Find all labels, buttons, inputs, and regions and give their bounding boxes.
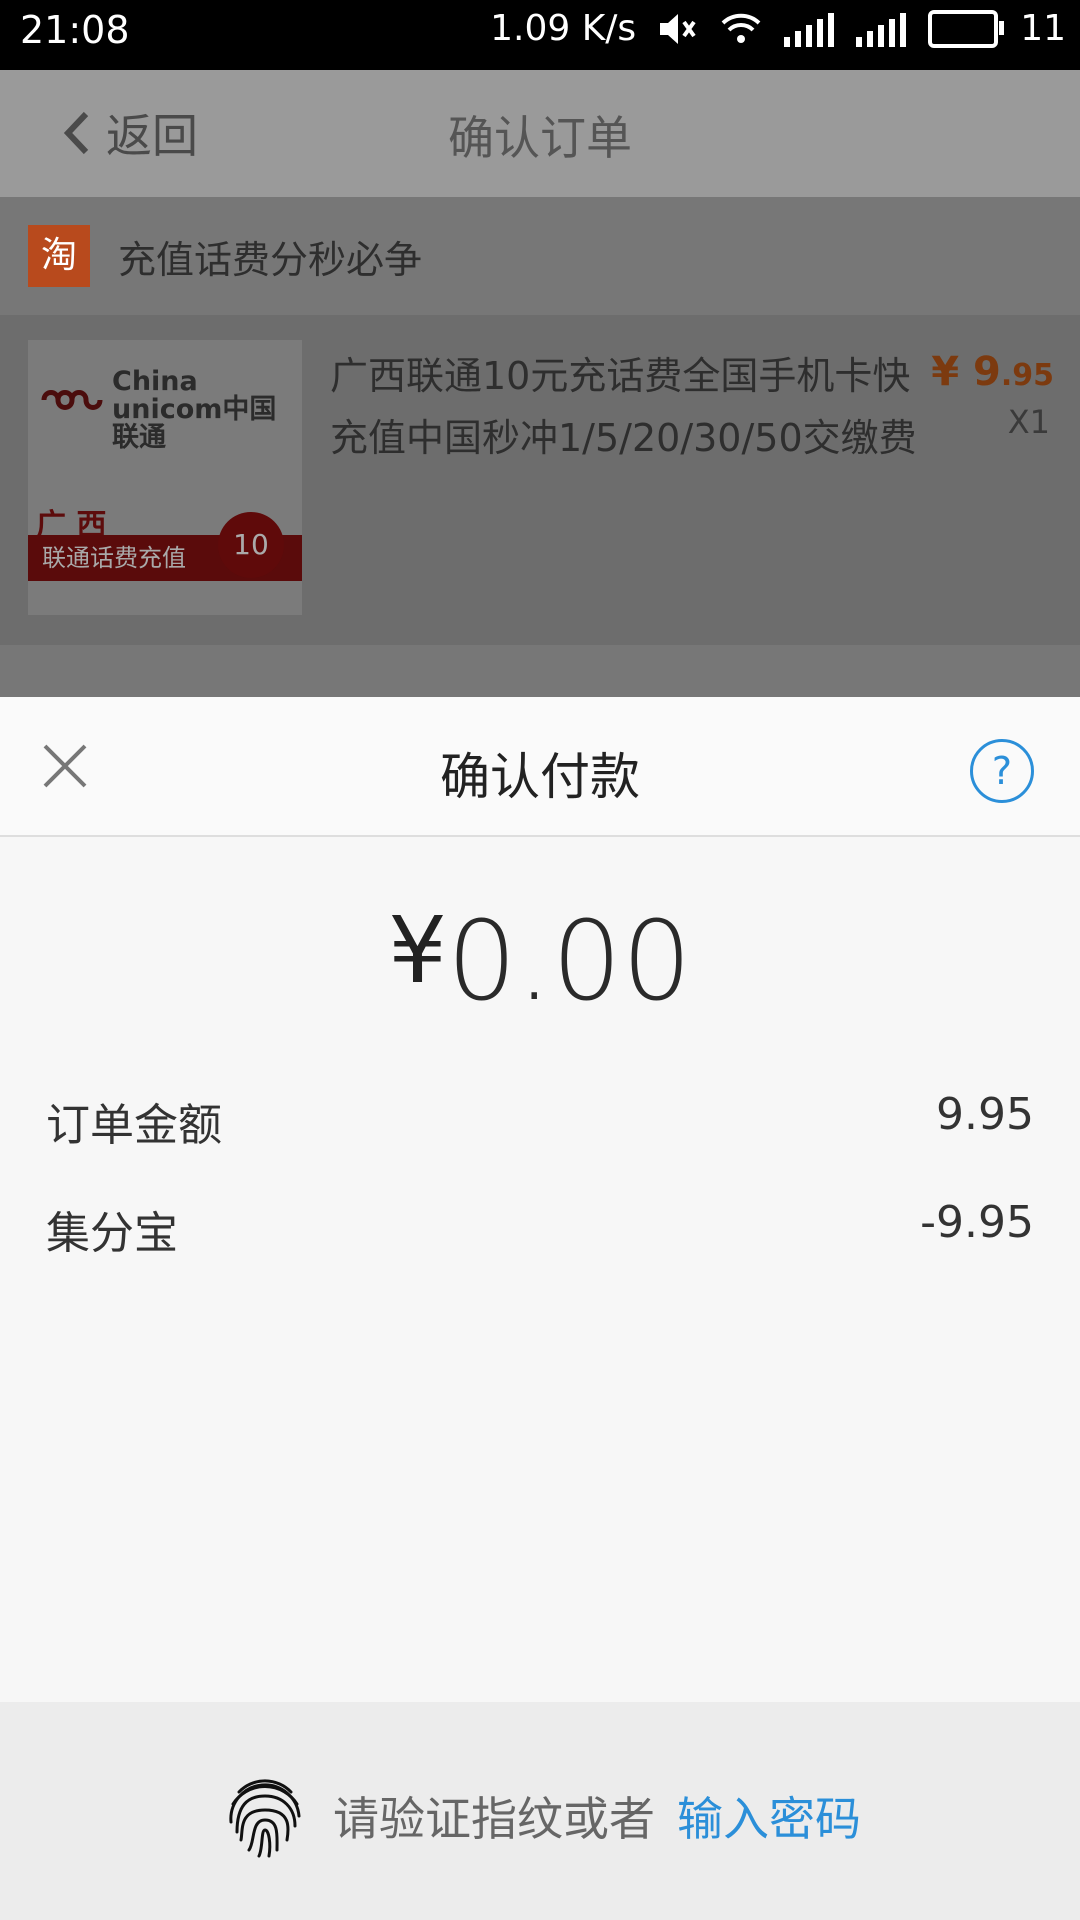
order-item: China unicom中国联通 广 西 联通话费充值 10 广西联通10元充话… [0,315,1080,645]
product-thumbnail: China unicom中国联通 广 西 联通话费充值 10 [28,340,302,615]
status-bar: 21:08 1.09 K/s 11 [0,0,1080,70]
fingerprint-bar: 请验证指纹或者 输入密码 [0,1702,1080,1920]
china-unicom-knot-icon [41,390,103,410]
taobao-logo: 淘 [28,225,90,287]
fingerprint-icon [229,1779,301,1858]
denomination-seal: 10 [218,512,284,578]
fingerprint-prompt-row: 请验证指纹或者 输入密码 [0,1770,1080,1862]
jifenbao-value: -9.95 [920,1197,1034,1248]
help-icon[interactable]: ? [970,739,1034,803]
product-title: 广西联通10元充话费全国手机卡快充值中国秒冲1/5/20/30/50交缴费 [330,354,917,460]
battery-icon [928,9,1005,48]
enter-password-link[interactable]: 输入密码 [677,1783,861,1849]
sheet-header: 确认付款 ? [0,697,1080,837]
status-time: 21:08 [20,8,130,52]
battery-level: 11 [1020,8,1066,49]
jifenbao-label: 集分宝 [46,1208,178,1259]
shop-name: 充值话费分秒必争 [118,238,423,282]
order-amount-value: 9.95 [936,1089,1034,1140]
product-quantity: X1 [1007,403,1050,441]
status-icons: 1.09 K/s 11 [490,8,1066,49]
sheet-title: 确认付款 [440,748,640,806]
brand-text: China unicom中国联通 [112,366,277,453]
page-title: 确认订单 [448,111,632,165]
payment-amount: ¥0.00 [388,897,692,1025]
shop-header: 淘 充值话费分秒必争 [0,197,1080,315]
payment-sheet: 确认付款 ? ¥0.00 订单金额 9.95 集分宝 -9.95 请验证指纹或者… [0,697,1080,1920]
network-speed: 1.09 K/s [490,8,637,49]
fingerprint-prompt: 请验证指纹或者 [333,1792,655,1846]
product-price: ¥ 9.95 [931,349,1054,395]
mute-icon [658,11,698,47]
nav-bar: 返回 确认订单 [0,70,1080,197]
signal-4g-icon [856,11,907,47]
signal-icon [784,11,835,47]
dimmed-content [0,645,1080,697]
order-amount-label: 订单金额 [46,1100,222,1151]
wifi-icon [720,11,762,47]
